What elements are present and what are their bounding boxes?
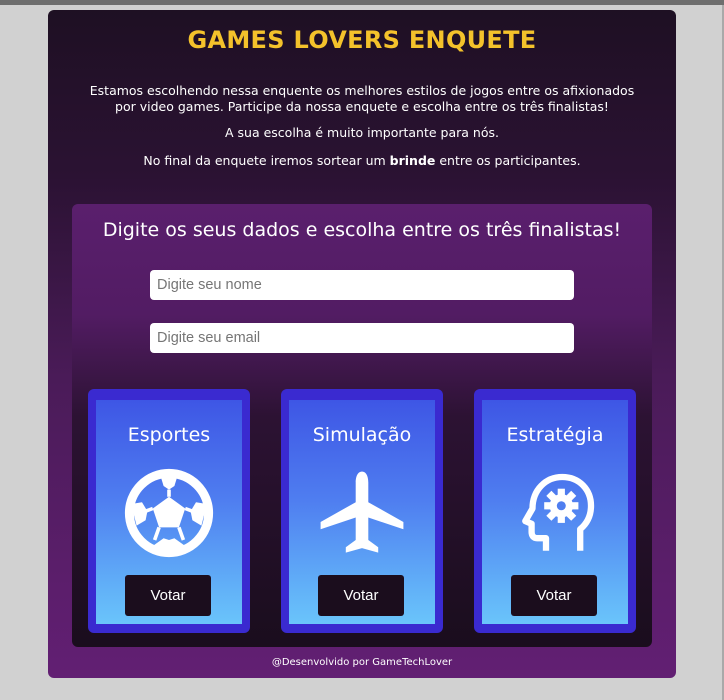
option-card-simulacao: Simulação Votar (281, 389, 443, 633)
airplane-icon (320, 471, 404, 553)
page-title: GAMES LOVERS ENQUETE (187, 26, 537, 54)
option-card-body: Simulação Votar (289, 400, 435, 624)
option-title: Estratégia (506, 424, 604, 446)
option-card-esportes: Esportes Votar (88, 389, 250, 633)
email-input[interactable] (150, 323, 574, 353)
option-title: Esportes (127, 424, 211, 446)
option-card-body: Estratégia Votar (482, 400, 628, 624)
option-title: Simulação (312, 424, 412, 446)
name-input[interactable] (150, 270, 574, 300)
vote-button-estrategia[interactable]: Votar (511, 575, 597, 616)
vote-button-esportes[interactable]: Votar (125, 575, 211, 616)
form-heading: Digite os seus dados e escolha entre os … (102, 219, 622, 241)
importance-text: A sua escolha é muito importante para nó… (225, 125, 499, 140)
prize-text-after: entre os participantes. (435, 153, 581, 168)
poll-container: GAMES LOVERS ENQUETE Estamos escolhendo … (48, 10, 676, 678)
vote-form-panel: Digite os seus dados e escolha entre os … (72, 204, 652, 647)
prize-text-bold: brinde (389, 153, 436, 168)
soccer-ball-icon (124, 468, 214, 558)
intro-paragraph: Estamos escolhendo nessa enquente os mel… (89, 83, 635, 114)
browser-top-bar (0, 0, 724, 5)
footer-credit: @Desenvolvido por GameTechLover (271, 657, 453, 668)
head-gear-icon (522, 473, 595, 551)
prize-text: No final da enquete iremos sortear um br… (78, 153, 646, 169)
vote-button-simulacao[interactable]: Votar (318, 575, 404, 616)
option-card-body: Esportes Votar (96, 400, 242, 624)
prize-text-before: No final da enquete iremos sortear um (143, 153, 390, 168)
option-card-estrategia: Estratégia Votar (474, 389, 636, 633)
